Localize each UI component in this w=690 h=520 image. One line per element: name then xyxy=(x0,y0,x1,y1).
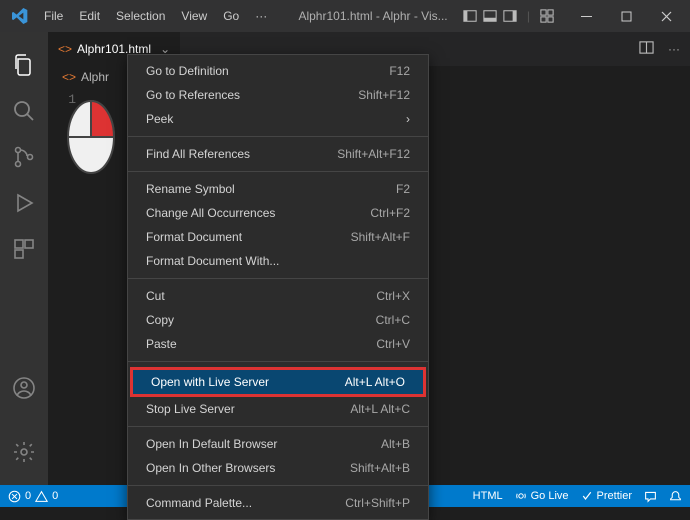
context-menu-label: Format Document xyxy=(146,230,242,244)
menu-selection[interactable]: Selection xyxy=(108,3,173,29)
context-menu-label: Open In Default Browser xyxy=(146,437,277,451)
context-menu-separator xyxy=(128,426,428,427)
context-menu-label: Stop Live Server xyxy=(146,402,235,416)
context-menu-label: Cut xyxy=(146,289,165,303)
context-menu-shortcut: Alt+B xyxy=(381,437,410,451)
context-menu-separator xyxy=(128,278,428,279)
context-menu-item[interactable]: Paste Ctrl+V xyxy=(128,332,428,356)
context-menu-item[interactable]: Format Document Shift+Alt+F xyxy=(128,225,428,249)
context-menu-shortcut: Ctrl+X xyxy=(376,289,410,303)
context-menu-item[interactable]: Open In Default Browser Alt+B xyxy=(128,432,428,456)
menu-go[interactable]: Go xyxy=(215,3,247,29)
context-menu-shortcut: F12 xyxy=(389,64,410,78)
context-menu: Go to Definition F12 Go to References Shift… xyxy=(127,54,429,520)
context-menu-shortcut: Shift+F12 xyxy=(358,88,410,102)
warning-count: 0 xyxy=(52,490,58,502)
close-button[interactable] xyxy=(646,2,686,30)
context-menu-shortcut: Ctrl+F2 xyxy=(370,206,410,220)
status-feedback-icon[interactable] xyxy=(644,490,657,503)
context-menu-item[interactable]: Cut Ctrl+X xyxy=(128,284,428,308)
context-menu-highlight: Open with Live Server Alt+L Alt+O xyxy=(130,367,426,397)
context-menu-item[interactable]: Rename Symbol F2 xyxy=(128,177,428,201)
menu-view[interactable]: View xyxy=(173,3,215,29)
title-right: | xyxy=(461,2,686,30)
chevron-right-icon: › xyxy=(406,112,410,126)
breadcrumb-label: Alphr xyxy=(81,70,109,84)
context-menu-shortcut: Shift+Alt+B xyxy=(350,461,410,475)
customize-layout-icon[interactable] xyxy=(538,7,556,25)
status-prettier[interactable]: Prettier xyxy=(581,490,632,502)
html-file-icon: <> xyxy=(58,42,72,56)
context-menu-separator xyxy=(128,136,428,137)
maximize-button[interactable] xyxy=(606,2,646,30)
explorer-icon[interactable] xyxy=(12,53,36,77)
context-menu-item[interactable]: Change All Occurrences Ctrl+F2 xyxy=(128,201,428,225)
context-menu-label: Find All References xyxy=(146,147,250,161)
prettier-label: Prettier xyxy=(597,490,632,502)
golive-label: Go Live xyxy=(531,490,569,502)
html-file-icon: <> xyxy=(62,70,76,84)
context-menu-separator xyxy=(128,171,428,172)
title-bar: File Edit Selection View Go ··· Alphr101… xyxy=(0,0,690,32)
menu-more[interactable]: ··· xyxy=(247,3,275,29)
context-menu-shortcut: Ctrl+Shift+P xyxy=(345,496,410,510)
error-count: 0 xyxy=(25,490,31,502)
context-menu-label: Change All Occurrences xyxy=(146,206,275,220)
context-menu-item[interactable]: Go to Definition F12 xyxy=(128,59,428,83)
context-menu-label: Command Palette... xyxy=(146,496,252,510)
accounts-icon[interactable] xyxy=(12,376,36,400)
context-menu-shortcut: Alt+L Alt+C xyxy=(350,402,410,416)
context-menu-item[interactable]: Go to References Shift+F12 xyxy=(128,83,428,107)
search-icon[interactable] xyxy=(12,99,36,123)
context-menu-label: Paste xyxy=(146,337,177,351)
context-menu-item[interactable]: Format Document With... xyxy=(128,249,428,273)
context-menu-separator xyxy=(128,361,428,362)
mouse-cursor-indicator xyxy=(65,98,117,176)
context-menu-shortcut: F2 xyxy=(396,182,410,196)
status-bell-icon[interactable] xyxy=(669,490,682,503)
context-menu-shortcut: Alt+L Alt+O xyxy=(345,375,405,389)
vscode-icon xyxy=(12,8,28,24)
context-menu-shortcut: Shift+Alt+F xyxy=(351,230,410,244)
context-menu-item[interactable]: Find All References Shift+Alt+F12 xyxy=(128,142,428,166)
context-menu-label: Peek xyxy=(146,112,173,126)
context-menu-item[interactable]: Copy Ctrl+C xyxy=(128,308,428,332)
split-editor-icon[interactable] xyxy=(639,40,654,58)
settings-gear-icon[interactable] xyxy=(12,440,36,464)
minimize-button[interactable] xyxy=(566,2,606,30)
menu-edit[interactable]: Edit xyxy=(71,3,108,29)
context-menu-label: Copy xyxy=(146,313,174,327)
toggle-panel-left-icon[interactable] xyxy=(461,7,479,25)
more-actions-icon[interactable]: ··· xyxy=(668,42,680,56)
context-menu-label: Rename Symbol xyxy=(146,182,235,196)
context-menu-item[interactable]: Command Palette... Ctrl+Shift+P xyxy=(128,491,428,515)
context-menu-label: Go to References xyxy=(146,88,240,102)
window-title: Alphr101.html - Alphr - Vis... xyxy=(275,9,461,23)
context-menu-item[interactable]: Open with Live Server Alt+L Alt+O xyxy=(133,370,423,394)
context-menu-label: Open with Live Server xyxy=(151,375,269,389)
context-menu-shortcut: Ctrl+C xyxy=(376,313,410,327)
status-language[interactable]: HTML xyxy=(473,490,503,502)
context-menu-item[interactable]: Stop Live Server Alt+L Alt+C xyxy=(128,397,428,421)
context-menu-shortcut: Shift+Alt+F12 xyxy=(337,147,410,161)
context-menu-label: Format Document With... xyxy=(146,254,279,268)
source-control-icon[interactable] xyxy=(12,145,36,169)
menu-file[interactable]: File xyxy=(36,3,71,29)
run-debug-icon[interactable] xyxy=(12,191,36,215)
extensions-icon[interactable] xyxy=(12,237,36,261)
toggle-panel-bottom-icon[interactable] xyxy=(481,7,499,25)
menu-bar: File Edit Selection View Go ··· xyxy=(36,3,275,29)
status-errors[interactable]: 0 0 xyxy=(8,490,58,503)
activity-bar xyxy=(0,32,48,485)
context-menu-item[interactable]: Open In Other Browsers Shift+Alt+B xyxy=(128,456,428,480)
divider: | xyxy=(527,9,530,23)
context-menu-label: Open In Other Browsers xyxy=(146,461,275,475)
context-menu-item[interactable]: Peek › xyxy=(128,107,428,131)
context-menu-shortcut: Ctrl+V xyxy=(376,337,410,351)
toggle-panel-right-icon[interactable] xyxy=(501,7,519,25)
context-menu-label: Go to Definition xyxy=(146,64,229,78)
status-golive[interactable]: Go Live xyxy=(515,490,569,502)
context-menu-separator xyxy=(128,485,428,486)
